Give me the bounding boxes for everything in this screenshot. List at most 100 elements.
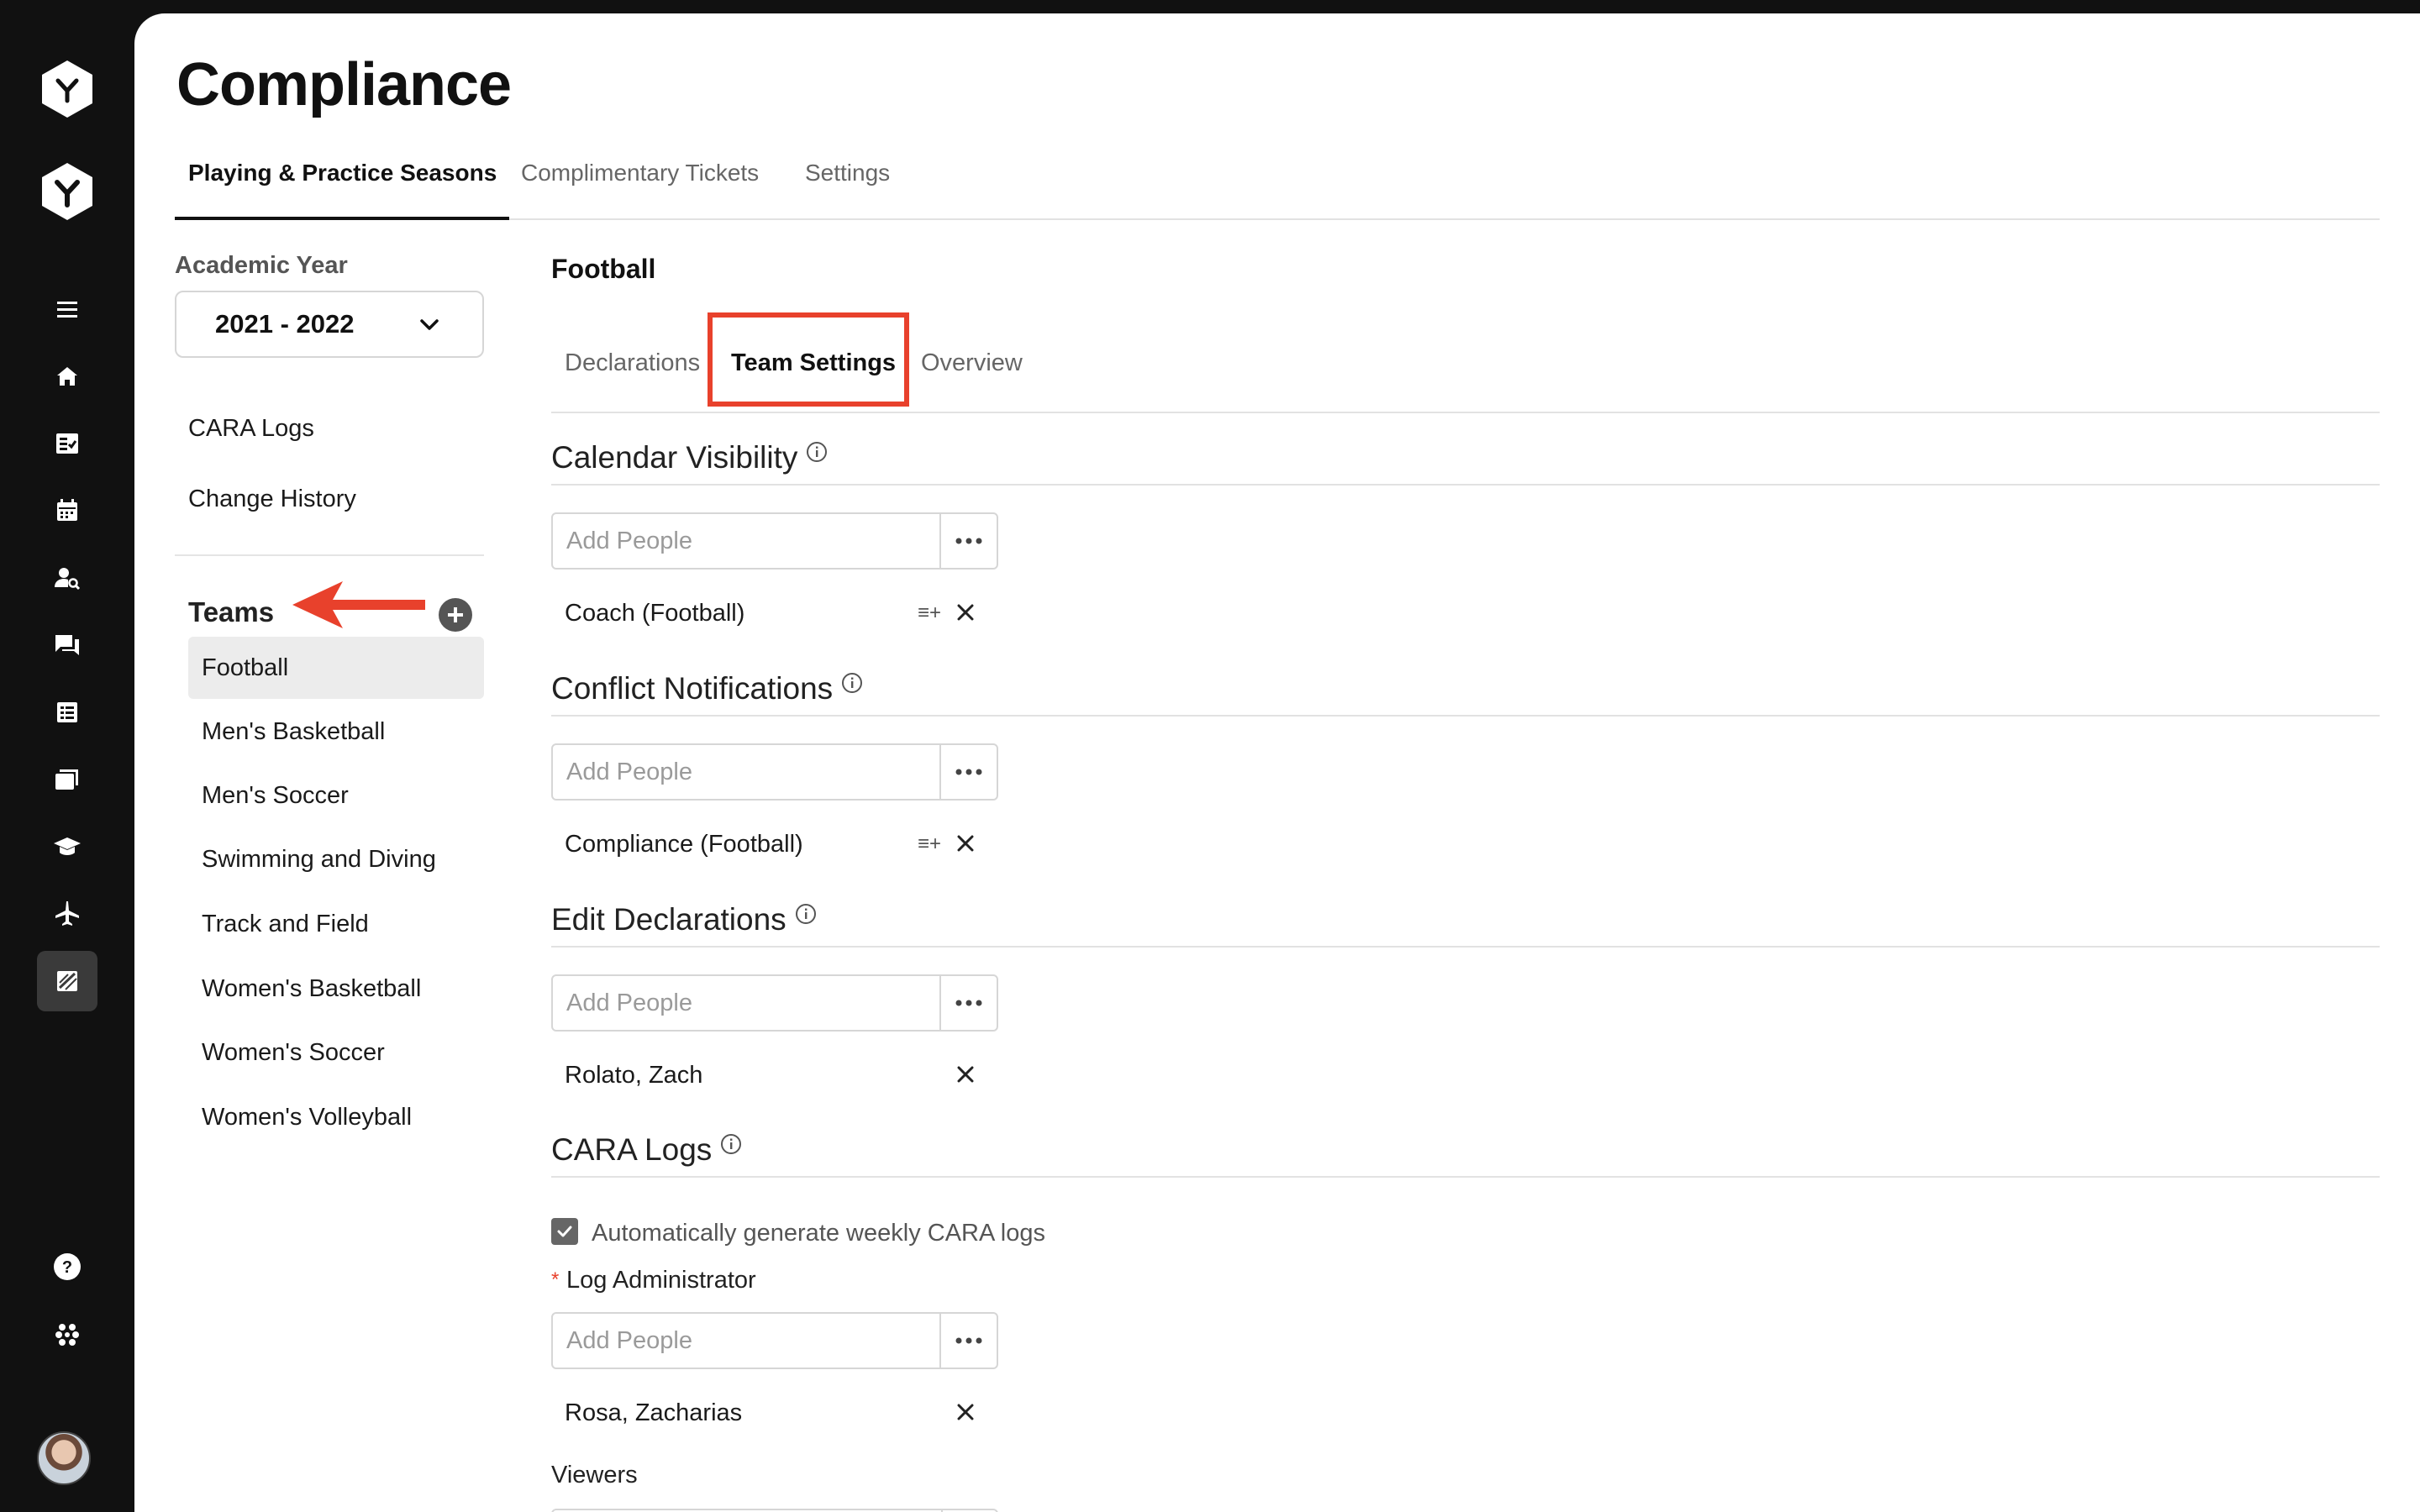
menu-icon[interactable] [44, 286, 91, 333]
sidebar-divider [175, 554, 484, 556]
top-tabs: Playing & Practice Seasons Complimentary… [175, 139, 2380, 220]
close-icon[interactable] [953, 1399, 978, 1425]
section-title-cara-logs: CARA Logs [551, 1132, 742, 1168]
info-icon[interactable] [795, 903, 817, 925]
info-icon[interactable] [720, 1133, 742, 1155]
help-icon[interactable]: ? [44, 1243, 91, 1290]
tab-complimentary-tickets[interactable]: Complimentary Tickets [521, 160, 759, 186]
add-people-field[interactable] [553, 976, 939, 1030]
info-icon[interactable] [806, 441, 828, 463]
team-item-football[interactable]: Football [188, 637, 484, 699]
close-icon[interactable] [953, 831, 978, 856]
more-options-button[interactable] [939, 745, 997, 799]
plus-icon [448, 607, 463, 622]
add-people-field[interactable] [553, 1314, 939, 1368]
report-icon[interactable] [44, 689, 91, 736]
person-name: Rosa, Zacharias [565, 1399, 743, 1426]
section-title-text: CARA Logs [551, 1132, 713, 1167]
sidebar-link-cara-logs[interactable]: CARA Logs [188, 415, 314, 443]
team-item-womens-volleyball[interactable]: Women's Volleyball [188, 1086, 484, 1148]
section-divider [551, 946, 2380, 948]
main-panel: Compliance Playing & Practice Seasons Co… [134, 13, 2420, 1512]
sidebar-link-change-history[interactable]: Change History [188, 486, 356, 513]
sport-title: Football [551, 254, 656, 284]
teams-heading: Teams [188, 596, 275, 627]
team-item-mens-basketball[interactable]: Men's Basketball [188, 701, 484, 763]
ellipsis-icon [955, 538, 982, 544]
tab-playing-practice-seasons[interactable]: Playing & Practice Seasons [188, 160, 497, 186]
academic-year-value: 2021 - 2022 [215, 309, 355, 339]
avatar[interactable] [37, 1431, 91, 1485]
ellipsis-icon [955, 1000, 982, 1006]
section-divider [551, 484, 2380, 486]
section-divider [551, 715, 2380, 717]
app-rail: ? [0, 0, 134, 1512]
section-title-text: Conflict Notifications [551, 671, 834, 706]
brand-icon[interactable] [37, 161, 97, 222]
auto-generate-label[interactable]: Automatically generate weekly CARA logs [592, 1220, 1045, 1247]
add-people-input-declarations [551, 974, 998, 1032]
ellipsis-icon [955, 1337, 982, 1344]
tab-settings[interactable]: Settings [805, 160, 890, 186]
tab-declarations[interactable]: Declarations [565, 349, 700, 377]
add-team-button[interactable] [439, 598, 472, 632]
team-item-track-field[interactable]: Track and Field [188, 893, 484, 955]
list-add-icon[interactable]: ≡+ [918, 601, 941, 625]
close-icon[interactable] [953, 1062, 978, 1087]
highlight-annotation [708, 312, 909, 407]
person-name: Compliance (Football) [565, 831, 803, 858]
home-icon[interactable] [44, 353, 91, 400]
logo-icon[interactable] [37, 59, 97, 119]
arrow-annotation-icon [292, 581, 425, 628]
team-item-womens-soccer[interactable]: Women's Soccer [188, 1021, 484, 1084]
add-people-field[interactable] [553, 514, 939, 568]
add-people-input-log-admin [551, 1312, 998, 1369]
person-row: Compliance (Football) ≡+ [565, 824, 1119, 864]
more-options-button[interactable] [939, 1314, 997, 1368]
graduation-icon[interactable] [44, 823, 91, 870]
more-options-button[interactable] [939, 976, 997, 1030]
compliance-icon[interactable] [37, 951, 97, 1011]
person-name: Coach (Football) [565, 600, 745, 627]
add-people-input-conflict [551, 743, 998, 801]
log-administrator-label: Log Administrator [566, 1267, 756, 1294]
section-title-conflict-notifications: Conflict Notifications [551, 671, 863, 706]
section-title-text: Edit Declarations [551, 902, 786, 937]
chat-icon[interactable] [44, 622, 91, 669]
person-row: Rosa, Zacharias [565, 1393, 1119, 1433]
airplane-icon[interactable] [44, 890, 91, 937]
sub-tabs: Declarations Team Settings Overview [551, 312, 2380, 413]
svg-text:?: ? [62, 1258, 72, 1277]
section-title-calendar-visibility: Calendar Visibility [551, 440, 828, 475]
more-options-button[interactable] [939, 514, 997, 568]
section-title-text: Calendar Visibility [551, 440, 798, 475]
section-title-edit-declarations: Edit Declarations [551, 902, 817, 937]
user-search-icon[interactable] [44, 554, 91, 601]
apps-icon[interactable] [44, 1310, 91, 1357]
person-row: Coach (Football) ≡+ [565, 593, 1119, 633]
person-row: Rolato, Zach [565, 1055, 1119, 1095]
check-icon [557, 1226, 572, 1237]
section-divider [551, 1176, 2380, 1178]
add-people-input-calendar [551, 512, 998, 570]
info-icon[interactable] [841, 672, 863, 694]
ellipsis-icon [955, 769, 982, 775]
tab-overview[interactable]: Overview [921, 349, 1023, 377]
calendar-icon[interactable] [44, 487, 91, 534]
academic-year-label: Academic Year [175, 252, 348, 279]
checklist-icon[interactable] [44, 420, 91, 467]
page-title: Compliance [176, 51, 512, 118]
folder-icon[interactable] [44, 756, 91, 803]
add-people-field[interactable] [553, 745, 939, 799]
auto-generate-checkbox[interactable] [551, 1218, 578, 1245]
add-people-input-viewers[interactable] [551, 1509, 998, 1512]
person-name: Rolato, Zach [565, 1062, 703, 1089]
team-item-mens-soccer[interactable]: Men's Soccer [188, 764, 484, 827]
chevron-down-icon [420, 319, 439, 330]
team-item-womens-basketball[interactable]: Women's Basketball [188, 958, 484, 1020]
team-item-swimming-diving[interactable]: Swimming and Diving [188, 828, 484, 890]
required-indicator: * [551, 1268, 560, 1291]
list-add-icon[interactable]: ≡+ [918, 832, 941, 856]
close-icon[interactable] [953, 600, 978, 625]
academic-year-select[interactable]: 2021 - 2022 [175, 291, 484, 358]
